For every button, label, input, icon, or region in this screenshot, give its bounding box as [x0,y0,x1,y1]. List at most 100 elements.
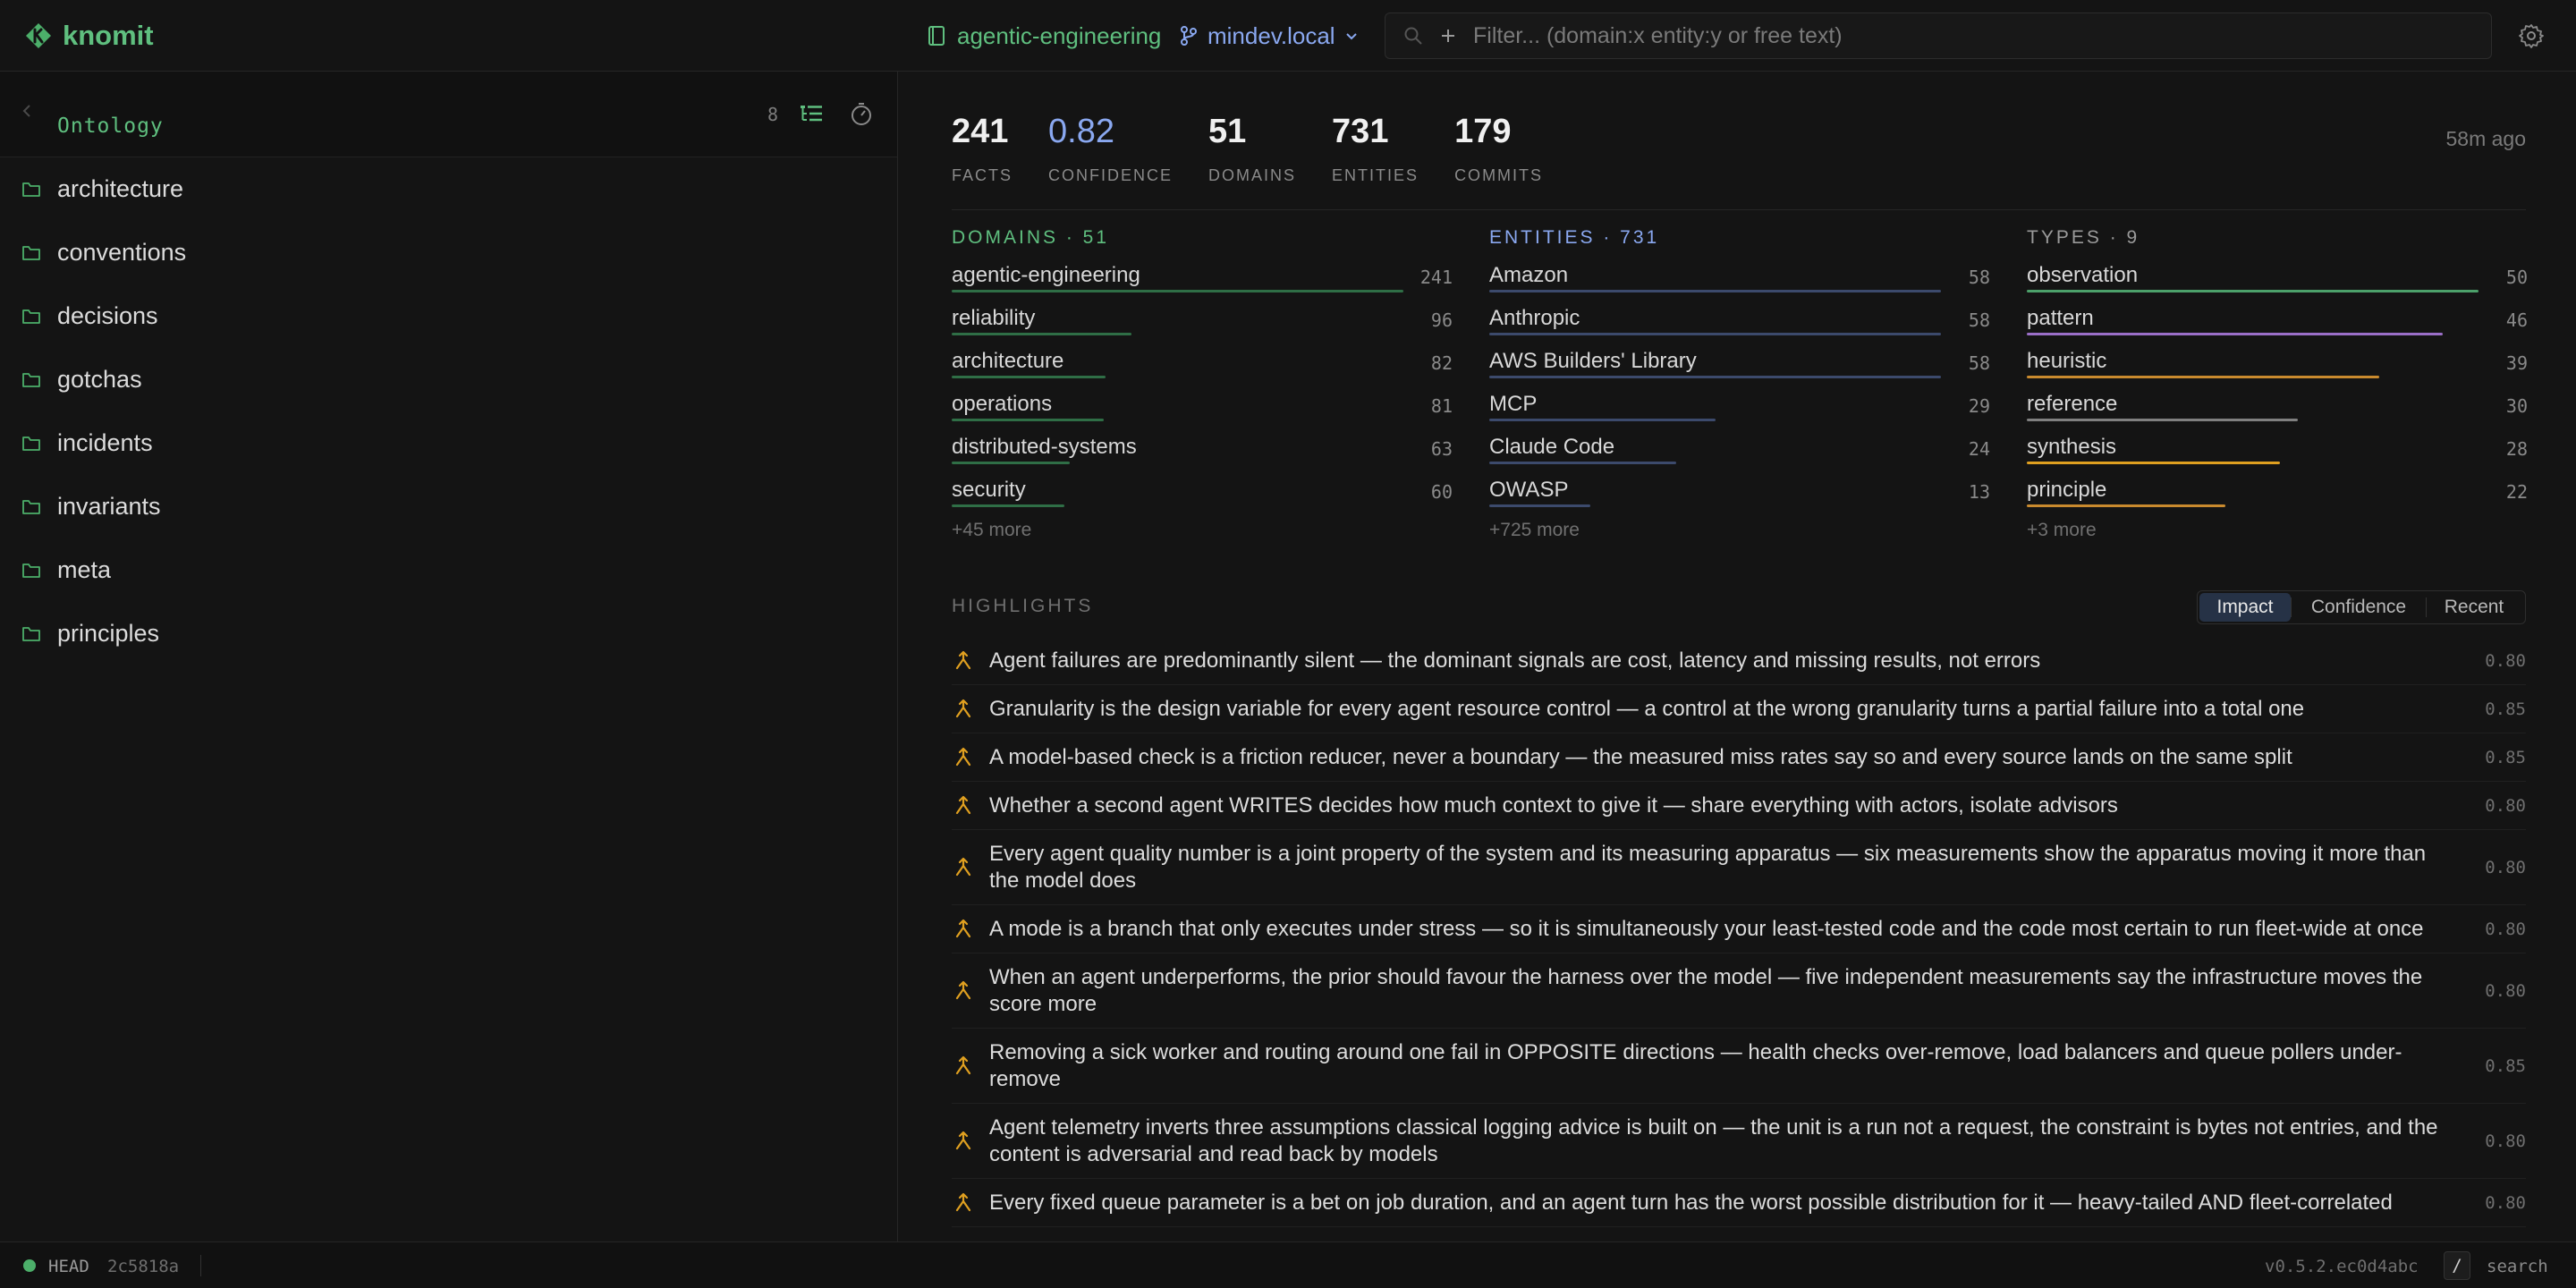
top-bar: knomit agentic-engineering mindev.local [0,0,2576,72]
stat-commits: 179 COMMITS [1454,113,1543,185]
domain-row[interactable]: reliability 96 [952,299,1453,342]
commit-hash[interactable]: 2c5818a [107,1257,179,1276]
highlight-icon-wrap [952,980,989,1002]
highlight-item[interactable]: Every fixed queue parameter is a bet on … [952,1179,2526,1227]
merge-icon [955,857,971,876]
folder-icon [22,372,40,387]
sidebar-item-principles[interactable]: principles [0,602,897,665]
highlight-item[interactable]: Granularity is the design variable for e… [952,685,2526,733]
status-divider [200,1255,201,1276]
type-more-link[interactable]: +3 more [2027,517,2528,544]
type-bar [2027,462,2280,464]
type-row[interactable]: heuristic 39 [2027,342,2528,385]
sidebar-item-label: architecture [57,175,184,202]
highlight-icon-wrap [952,1055,989,1077]
highlight-item[interactable]: Agent telemetry inverts three assumption… [952,1104,2526,1179]
domain-row[interactable]: operations 81 [952,385,1453,428]
highlight-score: 0.85 [2485,747,2526,767]
entity-row[interactable]: OWASP 13 [1489,470,1990,513]
entity-heading: ENTITIES · 731 [1489,227,1660,248]
repo-selector[interactable]: agentic-engineering [927,18,1161,54]
entity-count: 24 [1968,438,1990,460]
highlight-score: 0.80 [2485,795,2526,816]
type-row[interactable]: pattern 46 [2027,299,2528,342]
entity-name: Anthropic [1489,306,1580,330]
sidebar-item-architecture[interactable]: architecture [0,157,897,221]
highlight-item[interactable]: Every agent quality number is a joint pr… [952,830,2526,905]
stat-domains: 51 DOMAINS [1208,113,1296,185]
entity-count: 13 [1968,481,1990,503]
type-row[interactable]: synthesis 28 [2027,428,2528,470]
entity-more-link[interactable]: +725 more [1489,517,1990,544]
type-row[interactable]: observation 50 [2027,256,2528,299]
highlight-item[interactable]: A model-based check is a friction reduce… [952,733,2526,782]
highlights-title: HIGHLIGHTS [952,596,1094,616]
stopwatch-icon[interactable] [848,100,875,127]
type-count: 28 [2505,438,2528,460]
type-name: reference [2027,392,2118,416]
highlight-score: 0.80 [2485,980,2526,1001]
branch-selector[interactable]: mindev.local [1179,18,1359,54]
merge-icon [955,699,971,717]
type-row[interactable]: principle 22 [2027,470,2528,513]
version-label: v0.5.2.ec0d4abc [2265,1257,2419,1276]
domain-row[interactable]: distributed-systems 63 [952,428,1453,470]
domain-count: 60 [1430,481,1453,503]
highlight-text: A mode is a branch that only executes un… [989,916,2424,941]
entity-row[interactable]: AWS Builders' Library 58 [1489,342,1990,385]
sidebar-item-incidents[interactable]: incidents [0,411,897,475]
types-column: TYPES · 9 observation 50 pattern 46 heuristic… [2027,220,2528,544]
git-branch-icon [1181,26,1197,46]
sidebar-item-meta[interactable]: meta [0,538,897,602]
folder-list: architecture conventions decisions gotchas i… [0,157,897,665]
domain-more-link[interactable]: +45 more [952,517,1453,544]
settings-button[interactable] [2513,18,2549,54]
domain-bar [952,290,1403,292]
tab-recent[interactable]: Recent [2427,593,2521,622]
domain-row[interactable]: security 60 [952,470,1453,513]
type-row[interactable]: reference 30 [2027,385,2528,428]
entity-row[interactable]: Amazon 58 [1489,256,1990,299]
entity-row[interactable]: Anthropic 58 [1489,299,1990,342]
updated-time: 58m ago [2445,127,2526,150]
highlight-icon-wrap [952,795,989,817]
tree-view-icon[interactable] [798,100,825,127]
status-bar: HEAD 2c5818a v0.5.2.ec0d4abc / search [0,1241,2576,1288]
chevron-left-icon[interactable] [20,102,34,120]
highlight-item[interactable]: Removing a sick worker and routing aroun… [952,1029,2526,1104]
highlight-item[interactable]: Whether a second agent WRITES decides ho… [952,782,2526,830]
domains-column: DOMAINS · 51 agentic-engineering 241 reliab… [952,220,1453,544]
merge-icon [955,1055,971,1074]
brand[interactable]: knomit [25,18,154,54]
repo-name: agentic-engineering [957,21,1162,49]
search-icon [1404,27,1422,45]
highlight-item[interactable]: A mode is a branch that only executes un… [952,905,2526,953]
sidebar: Ontology 8 architecture conventions decisi… [0,72,898,1241]
search-shortcut-key[interactable]: / [2444,1251,2470,1280]
type-count: 30 [2505,395,2528,417]
entity-row[interactable]: Claude Code 24 [1489,428,1990,470]
domain-bar [952,376,1106,378]
sidebar-item-gotchas[interactable]: gotchas [0,348,897,411]
highlight-item[interactable]: When an agent underperforms, the prior s… [952,953,2526,1029]
sidebar-item-conventions[interactable]: conventions [0,221,897,284]
domain-heading: DOMAINS · 51 [952,227,1110,248]
tab-impact[interactable]: Impact [2199,593,2291,622]
filter-input[interactable] [1473,22,2491,49]
main-panel: 241 FACTS 0.82 CONFIDENCE 51 DOMAINS 731 ENTITI… [899,72,2576,1241]
highlight-icon-wrap [952,650,989,672]
merge-icon [955,980,971,999]
plus-icon[interactable] [1439,27,1457,45]
domain-row[interactable]: architecture 82 [952,342,1453,385]
tab-confidence[interactable]: Confidence [2292,593,2426,622]
highlight-text: Agent failures are predominantly silent … [989,648,2041,673]
sidebar-item-decisions[interactable]: decisions [0,284,897,348]
entity-row[interactable]: MCP 29 [1489,385,1990,428]
domain-row[interactable]: agentic-engineering 241 [952,256,1453,299]
divider [952,209,2526,210]
highlights-list: Agent failures are predominantly silent … [952,637,2526,1227]
type-count: 50 [2505,267,2528,288]
merge-icon [955,1192,971,1211]
highlight-item[interactable]: Agent failures are predominantly silent … [952,637,2526,685]
sidebar-item-invariants[interactable]: invariants [0,475,897,538]
